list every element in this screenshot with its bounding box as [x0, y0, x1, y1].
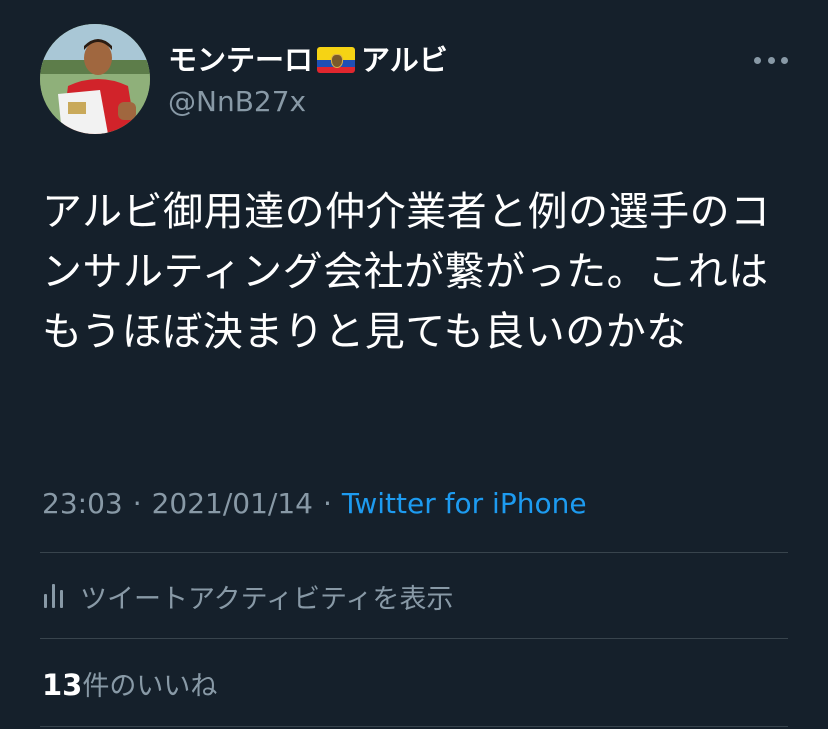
- display-name-text: モンテーロ: [168, 43, 314, 77]
- activity-chart-icon: [42, 582, 66, 610]
- likes-label: 件のいいね: [82, 671, 218, 702]
- ecuador-flag-icon: [317, 47, 356, 73]
- likes-count: 13: [42, 668, 83, 702]
- tweet-date[interactable]: 2021/01/14: [152, 486, 313, 522]
- likes-count-link[interactable]: 13 件のいいね: [42, 664, 217, 704]
- avatar[interactable]: [40, 24, 150, 134]
- tweet-metadata: 23:03 · 2021/01/14 · Twitter for iPhone: [42, 486, 587, 522]
- meta-separator: ·: [132, 487, 142, 520]
- activity-label: ツイートアクティビティを表示: [80, 583, 454, 615]
- tweet-activity-button[interactable]: ツイートアクティビティを表示: [42, 578, 454, 615]
- display-name[interactable]: モンテーロ アルビ: [168, 40, 448, 80]
- divider: [40, 726, 788, 727]
- tweet-time[interactable]: 23:03: [42, 486, 123, 522]
- meta-separator: ·: [323, 487, 332, 520]
- avatar-photo: [40, 24, 150, 134]
- more-options-icon[interactable]: [754, 50, 788, 70]
- user-handle[interactable]: @NnB27x: [168, 84, 306, 120]
- tweet-text: アルビ御用達の仲介業者と例の選手のコンサルティング会社が繋がった。これはもうほぼ…: [42, 189, 771, 355]
- display-name-suffix: アルビ: [361, 43, 448, 77]
- tweet-source-link[interactable]: Twitter for iPhone: [342, 486, 587, 522]
- divider: [40, 552, 788, 553]
- divider: [40, 638, 788, 639]
